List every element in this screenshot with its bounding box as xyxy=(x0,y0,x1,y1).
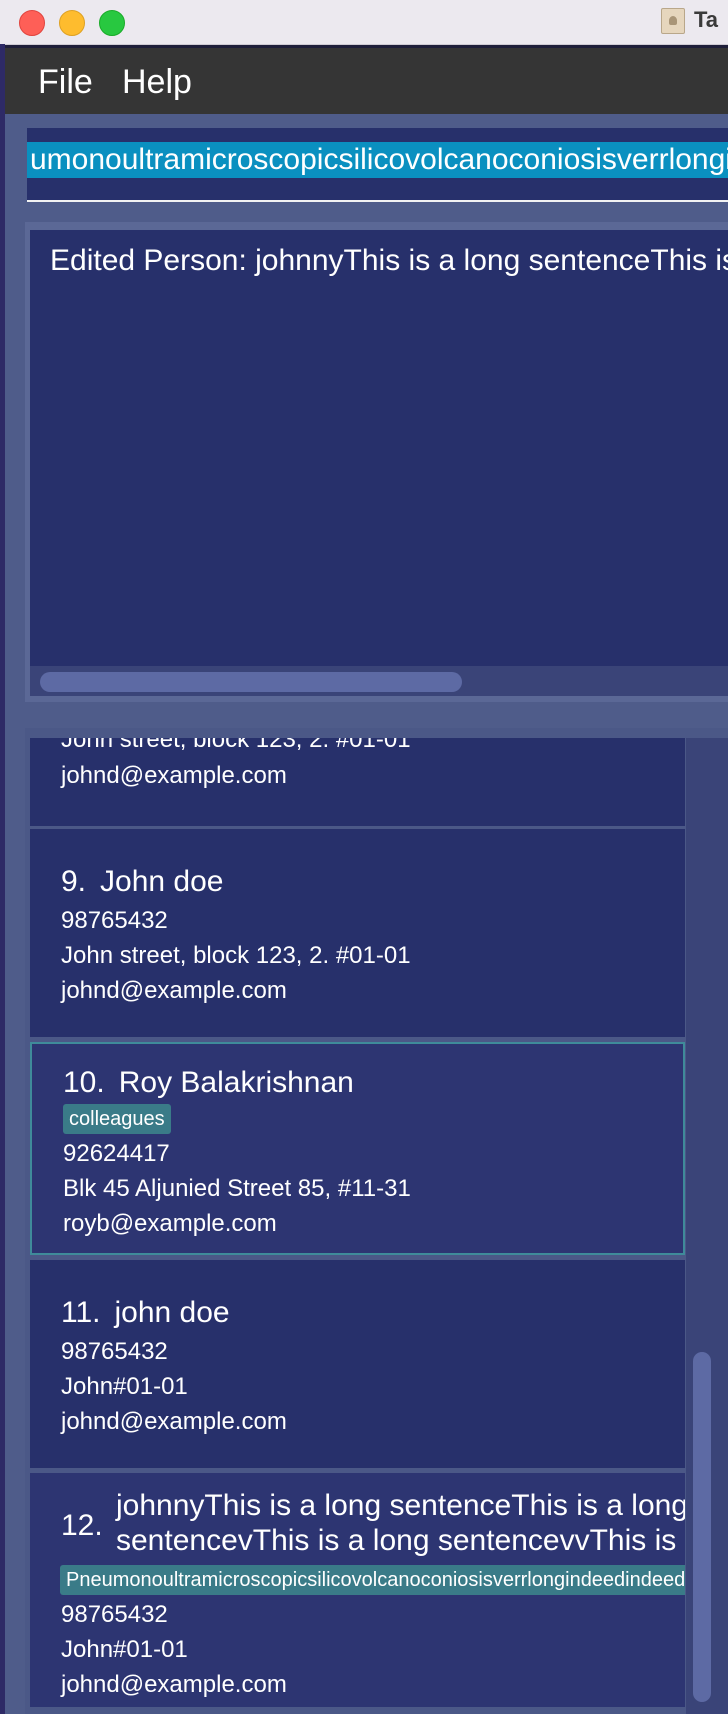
menu-bar: File Help xyxy=(5,48,728,114)
person-card[interactable]: 9. John doe 98765432 John street, block 1… xyxy=(30,829,685,1037)
window-title: Ta xyxy=(694,7,719,32)
person-tag: Pneumonoultramicroscopicsilicovolcanocon… xyxy=(60,1565,685,1595)
help-menu[interactable]: Help xyxy=(122,63,192,102)
person-name-line-2: sentencevThis is a long sentencevvThis i… xyxy=(116,1524,685,1557)
person-address: John street, block 123, 2. #01-01 xyxy=(61,942,411,969)
person-phone: 98765432 xyxy=(61,1601,168,1628)
person-email: royb@example.com xyxy=(63,1210,277,1237)
result-message: Edited Person: johnnyThis is a long sent… xyxy=(50,244,728,277)
command-input[interactable]: umonoultramicroscopicsilicovolcanoconios… xyxy=(27,128,728,202)
file-menu[interactable]: File xyxy=(38,63,93,102)
person-name-text: john doe xyxy=(114,1296,230,1329)
person-tag: colleagues xyxy=(63,1104,171,1134)
person-name: 9. John doe xyxy=(61,865,223,899)
person-address: John#01-01 xyxy=(61,1373,188,1400)
person-email: johnd@example.com xyxy=(61,1408,287,1435)
person-name: 10. Roy Balakrishnan xyxy=(63,1066,354,1100)
person-index: 9. xyxy=(61,865,87,898)
command-input-selected-text: umonoultramicroscopicsilicovolcanoconios… xyxy=(27,142,728,178)
close-window-button[interactable] xyxy=(19,10,45,36)
person-card[interactable]: John street, block 123, 2. #01-01 johnd@… xyxy=(30,738,685,826)
person-index: 12. xyxy=(61,1509,103,1542)
maximize-window-button[interactable] xyxy=(99,10,125,36)
person-phone: 98765432 xyxy=(61,1338,168,1365)
person-name-text: John doe xyxy=(100,865,224,898)
person-name: 11. john doe xyxy=(61,1296,230,1330)
person-address: Blk 45 Aljunied Street 85, #11-31 xyxy=(63,1175,411,1202)
person-name-text: Roy Balakrishnan xyxy=(118,1066,354,1099)
person-phone: 92624417 xyxy=(63,1140,170,1167)
person-list-scrollbar-thumb[interactable] xyxy=(693,1352,711,1702)
person-phone: 98765432 xyxy=(61,907,168,934)
person-card[interactable]: 12. johnnyThis is a long sentenceThis is… xyxy=(30,1473,685,1707)
minimize-window-button[interactable] xyxy=(59,10,85,36)
person-index: 11. xyxy=(61,1296,101,1329)
person-card-selected[interactable]: 10. Roy Balakrishnan colleagues 92624417 … xyxy=(30,1042,685,1255)
app-window: Ta File Help umonoultramicroscopicsilico… xyxy=(0,0,728,1714)
person-email: johnd@example.com xyxy=(61,977,287,1004)
person-card[interactable]: 11. john doe 98765432 John#01-01 johnd@ex… xyxy=(30,1260,685,1468)
person-index: 10. xyxy=(63,1066,105,1099)
address-book-app-icon xyxy=(661,8,685,34)
person-email: johnd@example.com xyxy=(61,1671,287,1698)
person-email: johnd@example.com xyxy=(61,762,287,789)
person-address: John#01-01 xyxy=(61,1636,188,1663)
result-scrollbar-thumb[interactable] xyxy=(40,672,462,692)
person-name-line-1: johnnyThis is a long sentenceThis is a l… xyxy=(116,1489,685,1522)
title-bar: Ta xyxy=(0,0,728,45)
result-display[interactable]: Edited Person: johnnyThis is a long sent… xyxy=(30,230,728,666)
person-address: John street, block 123, 2. #01-01 xyxy=(61,738,411,753)
